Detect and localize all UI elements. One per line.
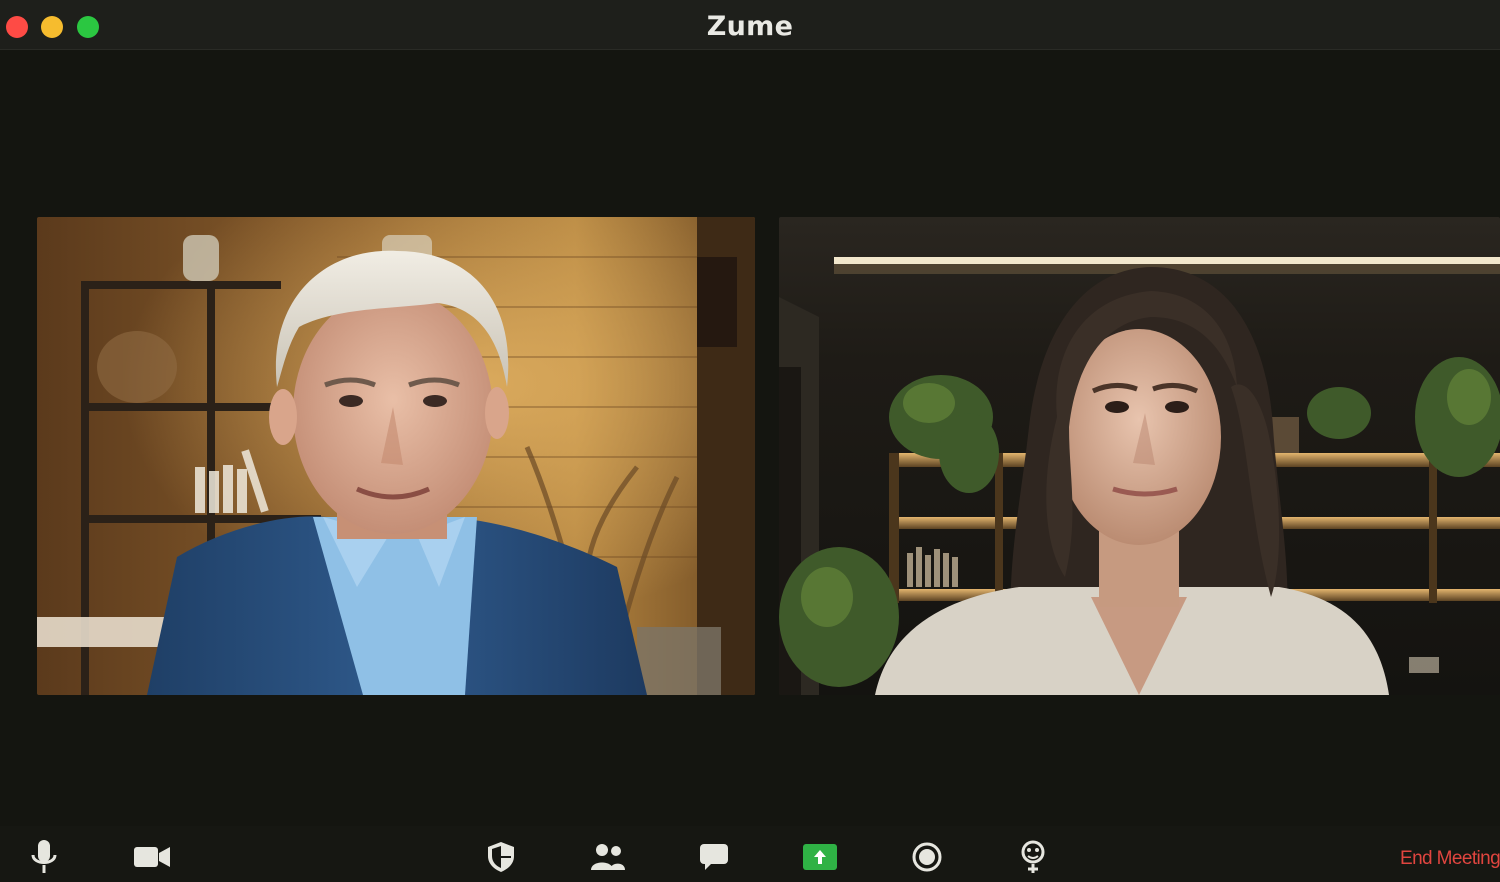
share-screen-icon xyxy=(803,844,837,870)
video-tile-participant-2[interactable] xyxy=(779,217,1500,695)
chat-button[interactable] xyxy=(698,840,730,874)
video-button[interactable] xyxy=(132,840,172,874)
meeting-window: Zume End Meeting xyxy=(0,0,1500,882)
video-tile-participant-1[interactable] xyxy=(37,217,755,695)
shield-icon xyxy=(488,842,514,872)
record-button[interactable] xyxy=(910,840,944,874)
share-screen-button[interactable] xyxy=(802,840,838,874)
mute-button[interactable] xyxy=(28,840,60,874)
security-button[interactable] xyxy=(485,840,517,874)
close-window-button[interactable] xyxy=(6,16,28,38)
minimize-window-button[interactable] xyxy=(41,16,63,38)
participant-2-video-image xyxy=(779,217,1500,695)
video-camera-icon xyxy=(134,847,170,867)
record-icon xyxy=(912,842,942,872)
title-bar: Zume xyxy=(0,0,1500,50)
reactions-icon xyxy=(1021,840,1045,873)
microphone-icon xyxy=(31,840,57,873)
zoom-window-button[interactable] xyxy=(77,16,99,38)
reactions-button[interactable] xyxy=(1016,840,1050,874)
participants-icon xyxy=(591,844,625,870)
participant-1-video-image xyxy=(37,217,755,695)
participants-button[interactable] xyxy=(590,840,626,874)
end-meeting-button[interactable]: End Meeting xyxy=(1400,844,1500,874)
meeting-toolbar: End Meeting xyxy=(0,826,1500,882)
window-title: Zume xyxy=(706,11,794,42)
chat-bubble-icon xyxy=(700,844,728,870)
